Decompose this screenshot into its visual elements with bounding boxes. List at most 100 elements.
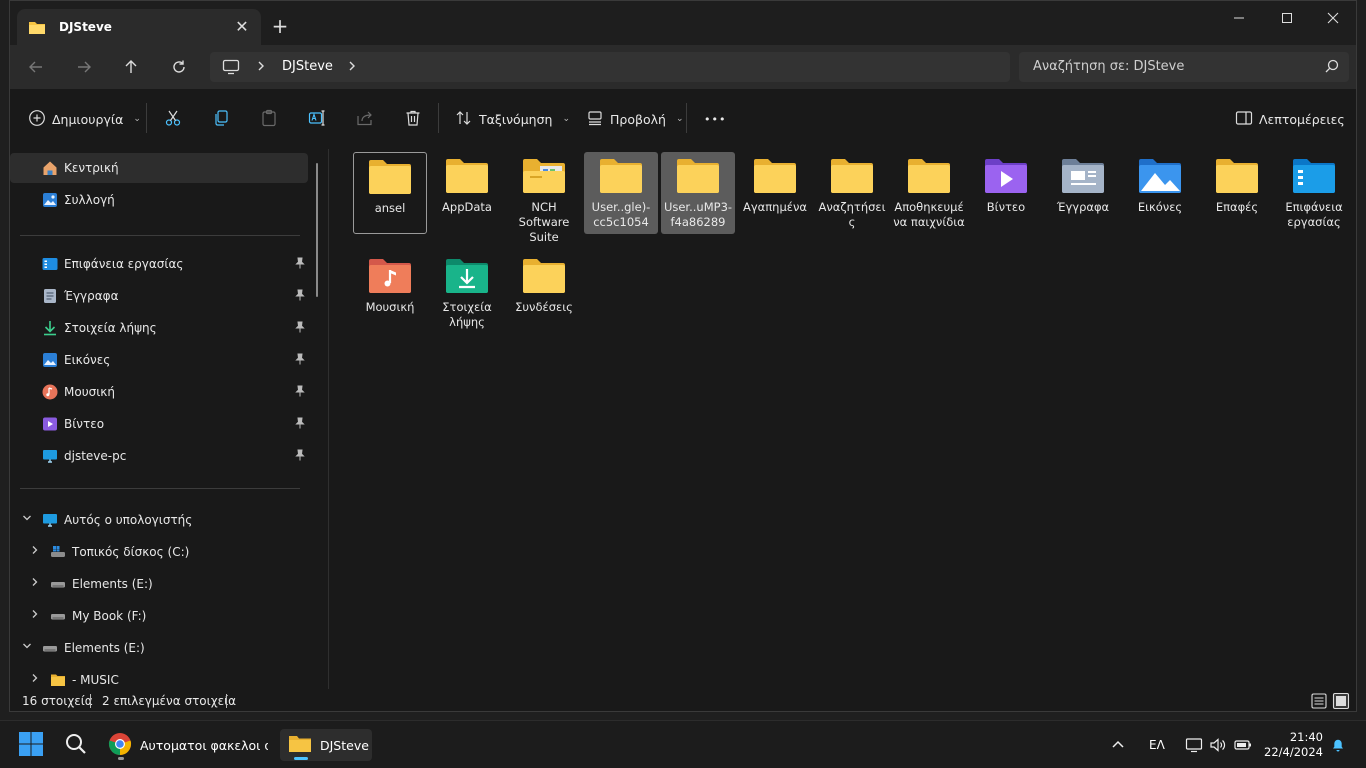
chevron-right-icon[interactable] xyxy=(30,545,40,558)
file-item[interactable]: Έγγραφα xyxy=(1046,152,1120,234)
chevron-right-icon[interactable] xyxy=(256,60,266,75)
nav-item-downloads[interactable]: Στοιχεία λήψης xyxy=(10,313,308,343)
nav-item-elements-root[interactable]: Elements (E:) xyxy=(10,633,308,663)
up-button[interactable] xyxy=(119,55,143,79)
file-item[interactable]: Επαφές xyxy=(1200,152,1274,234)
taskbar-chrome[interactable]: Αυτοματοι φακελοι στο xyxy=(108,729,272,761)
view-button[interactable]: Προβολή ⌄ xyxy=(586,107,683,131)
address-bar[interactable]: DJSteve xyxy=(210,52,1010,82)
chevron-right-icon[interactable] xyxy=(30,673,40,686)
rename-button[interactable] xyxy=(308,107,326,131)
file-name: Εικόνες xyxy=(1137,200,1183,214)
nav-label: djsteve-pc xyxy=(64,449,127,463)
nav-item-drive-f[interactable]: My Book (F:) xyxy=(10,601,308,631)
file-item[interactable]: Εικόνες xyxy=(1123,152,1197,234)
nav-item-music-folder[interactable]: - MUSIC xyxy=(10,665,308,689)
nav-item-desktop[interactable]: Επιφάνεια εργασίας xyxy=(10,249,308,279)
new-button[interactable]: Δημιουργία ⌄ xyxy=(28,107,141,131)
pin-icon[interactable] xyxy=(294,321,306,336)
nav-item-videos[interactable]: Βίντεο xyxy=(10,409,308,439)
nav-item-music[interactable]: Μουσική xyxy=(10,377,308,407)
paste-button[interactable] xyxy=(260,107,278,131)
details-button[interactable]: Λεπτομέρειες xyxy=(1235,107,1345,131)
start-button[interactable] xyxy=(18,729,44,761)
file-item[interactable]: User..uMP3-f4a86289 xyxy=(661,152,735,234)
nav-item-documents[interactable]: Έγγραφα xyxy=(10,281,308,311)
sort-button[interactable]: Ταξινόμηση ⌄ xyxy=(455,107,570,131)
notifications-button[interactable] xyxy=(1330,729,1346,761)
file-item[interactable]: AppData xyxy=(430,152,504,234)
refresh-button[interactable] xyxy=(167,55,191,79)
pin-icon[interactable] xyxy=(294,385,306,400)
file-item[interactable]: Αναζητήσεις xyxy=(815,152,889,234)
file-item[interactable]: Συνδέσεις xyxy=(507,252,581,334)
pictures-icon xyxy=(42,352,58,368)
cut-button[interactable] xyxy=(164,107,182,131)
chevron-down-icon[interactable] xyxy=(22,641,32,654)
battery-icon[interactable] xyxy=(1233,729,1253,761)
new-tab-button[interactable]: + xyxy=(269,16,291,38)
show-hidden-icons-button[interactable] xyxy=(1110,729,1126,761)
network-icon[interactable] xyxy=(1185,729,1203,761)
file-item[interactable]: Μουσική xyxy=(353,252,427,334)
pin-icon[interactable] xyxy=(294,353,306,368)
nav-item-drive-c[interactable]: Τοπικός δίσκος (C:) xyxy=(10,537,308,567)
chevron-right-icon[interactable] xyxy=(347,60,357,75)
nav-item-home[interactable]: Κεντρική xyxy=(10,153,308,183)
pin-icon[interactable] xyxy=(294,417,306,432)
close-window-button[interactable] xyxy=(1310,1,1356,35)
large-icons-view-button[interactable] xyxy=(1332,692,1350,710)
details-view-button[interactable] xyxy=(1310,692,1328,710)
language-indicator[interactable]: ΕΛ xyxy=(1149,729,1165,761)
minimize-button[interactable] xyxy=(1216,1,1262,35)
drive-icon xyxy=(42,640,58,656)
copy-button[interactable] xyxy=(212,107,230,131)
more-options-button[interactable]: ••• xyxy=(704,107,726,131)
maximize-button[interactable] xyxy=(1264,1,1310,35)
chevron-down-icon: ⌄ xyxy=(133,114,141,124)
nav-label: Επιφάνεια εργασίας xyxy=(64,257,184,271)
chevron-right-icon[interactable] xyxy=(30,577,40,590)
file-grid: ansel AppData NCH Software Suite User..gle)… xyxy=(330,149,1350,689)
file-item[interactable]: Βίντεο xyxy=(969,152,1043,234)
status-bar: 16 στοιχεία 2 επιλεγμένα στοιχεία xyxy=(10,689,1356,713)
nav-item-pictures[interactable]: Εικόνες xyxy=(10,345,308,375)
delete-button[interactable] xyxy=(404,107,422,131)
nav-scrollbar[interactable] xyxy=(316,163,318,297)
file-item[interactable]: Επιφάνεια εργασίας xyxy=(1277,152,1351,234)
share-button[interactable] xyxy=(356,107,374,131)
nav-item-drive-e[interactable]: Elements (E:) xyxy=(10,569,308,599)
forward-button[interactable] xyxy=(72,55,96,79)
file-name: Αγαπημένα xyxy=(742,200,807,214)
tab-djsteve[interactable]: DJSteve ✕ xyxy=(17,9,261,45)
taskbar-file-explorer[interactable]: DJSteve xyxy=(280,729,372,761)
nav-item-this-pc[interactable]: Αυτός ο υπολογιστής xyxy=(10,505,308,535)
videos-folder-icon xyxy=(969,158,1043,194)
clock[interactable]: 21:40 22/4/2024 xyxy=(1264,730,1323,760)
file-item[interactable]: NCH Software Suite xyxy=(507,152,581,244)
file-item[interactable]: Στοιχεία λήψης xyxy=(430,252,504,334)
search-input[interactable]: Αναζήτηση σε: DJSteve xyxy=(1019,52,1349,82)
nav-item-djsteve-pc[interactable]: djsteve-pc xyxy=(10,441,308,471)
pin-icon[interactable] xyxy=(294,289,306,304)
file-item[interactable]: User..gle)-cc5c1054 xyxy=(584,152,658,234)
chevron-right-icon[interactable] xyxy=(30,609,40,622)
file-item[interactable]: ansel xyxy=(353,152,427,234)
chevron-down-icon[interactable] xyxy=(22,513,32,526)
back-button[interactable] xyxy=(24,55,48,79)
search-button[interactable] xyxy=(64,729,88,761)
file-name: ansel xyxy=(374,201,406,215)
pin-icon[interactable] xyxy=(294,257,306,272)
breadcrumb[interactable]: DJSteve xyxy=(282,59,333,74)
pane-divider[interactable] xyxy=(328,149,329,689)
close-tab-button[interactable]: ✕ xyxy=(231,16,253,38)
volume-icon[interactable] xyxy=(1209,729,1227,761)
file-item[interactable]: Αγαπημένα xyxy=(738,152,812,234)
nav-item-gallery[interactable]: Συλλογή xyxy=(10,185,308,215)
home-icon xyxy=(42,160,58,176)
file-item[interactable]: Αποθηκευμένα παιχνίδια xyxy=(892,152,966,234)
pin-icon[interactable] xyxy=(294,449,306,464)
file-name: Συνδέσεις xyxy=(515,300,573,314)
new-label: Δημιουργία xyxy=(52,111,124,127)
folder-icon xyxy=(50,672,66,688)
